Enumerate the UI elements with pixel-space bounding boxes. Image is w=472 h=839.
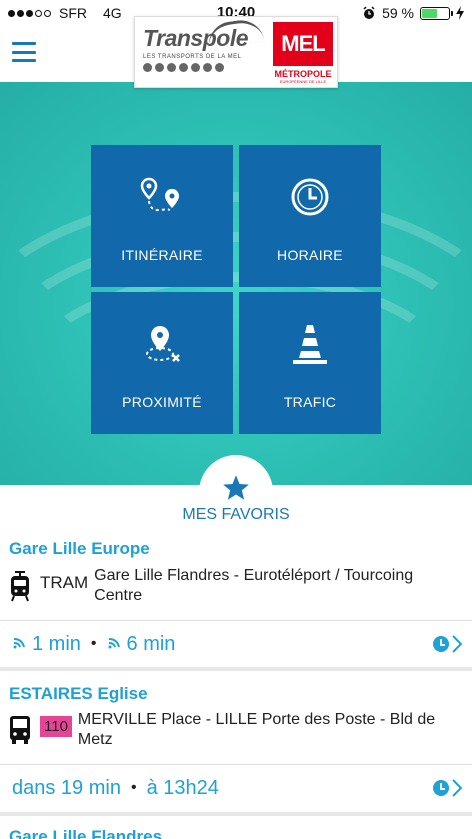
mel-mark: MEL [273,22,333,66]
tile-trafic[interactable]: TRAFIC [239,292,381,434]
clock-icon [291,178,329,216]
next-time: 1 min [32,632,81,655]
favorite-times[interactable]: dans 19 min • à 13h24 [0,765,472,811]
favorite-times[interactable]: 1 min • 6 min [0,621,472,667]
direction-text: Gare Lille Flandres - Eurotéléport / Tou… [94,567,414,604]
line-badge: 110 [40,716,72,737]
hero-background: ITINÉRAIRE HORAIRE PROXIMITÉ TRAFIC [0,82,472,485]
mode-label: TRAM [40,573,89,592]
charging-icon [456,6,464,20]
card-separator [0,667,472,671]
battery-icon [420,6,453,20]
star-icon [223,475,249,500]
schedule-link[interactable] [433,779,462,797]
favorite-stop-name[interactable]: Gare Lille Flandres [9,827,162,839]
following-time: à 13h24 [146,776,219,799]
clock-icon [433,636,449,652]
tram-icon [11,571,29,602]
schedule-link[interactable] [433,635,462,653]
hamburger-menu-button[interactable] [12,42,36,62]
favorite-stop-name[interactable]: ESTAIRES Eglise [9,684,148,704]
favorite-line[interactable]: 110 MERVILLE Place - LILLE Porte des Pos… [0,710,472,750]
favorites-title: MES FAVORIS [182,506,290,523]
status-right: 59 % [362,5,464,21]
chevron-right-icon [452,635,462,653]
tile-label: PROXIMITÉ [122,394,202,410]
bullet: • [90,635,97,652]
bus-icon [10,716,30,744]
battery-percent: 59 % [382,5,414,21]
favorite-stop-name[interactable]: Gare Lille Europe [9,539,150,559]
mel-name: MÉTROPOLE [274,69,332,79]
alarm-icon [363,6,375,19]
realtime-icon [107,636,121,652]
traffic-cone-icon [293,325,327,364]
tile-label: ITINÉRAIRE [121,247,203,263]
card-separator [0,812,472,816]
tile-itineraire[interactable]: ITINÉRAIRE [91,145,233,287]
following-time: 6 min [126,632,176,655]
mel-logo: MEL MÉTROPOLE EUROPÉENNE DE LILLE [269,17,337,87]
logo-subtitle: LES TRANSPORTS DE LA MEL [143,54,242,60]
clock-icon [433,780,449,796]
tile-label: TRAFIC [283,394,337,410]
tile-label: HORAIRE [277,247,343,263]
realtime-icon [12,636,26,652]
bullet: • [130,779,137,796]
nearby-pin-icon [146,326,180,362]
transport-mode-icons [143,63,263,72]
favorite-line[interactable]: TRAM Gare Lille Flandres - Eurotéléport … [0,566,472,606]
mel-subtitle: EUROPÉENNE DE LILLE [279,79,327,84]
direction-text: MERVILLE Place - LILLE Porte des Poste -… [77,711,436,748]
tile-proximite[interactable]: PROXIMITÉ [91,292,233,434]
next-time: dans 19 min [12,776,121,799]
tile-horaire[interactable]: HORAIRE [239,145,381,287]
chevron-right-icon [452,779,462,797]
transpole-logo: Transpole LES TRANSPORTS DE LA MEL [135,17,269,87]
route-pins-icon [140,177,179,212]
app-logo: Transpole LES TRANSPORTS DE LA MEL MEL M… [134,16,338,88]
